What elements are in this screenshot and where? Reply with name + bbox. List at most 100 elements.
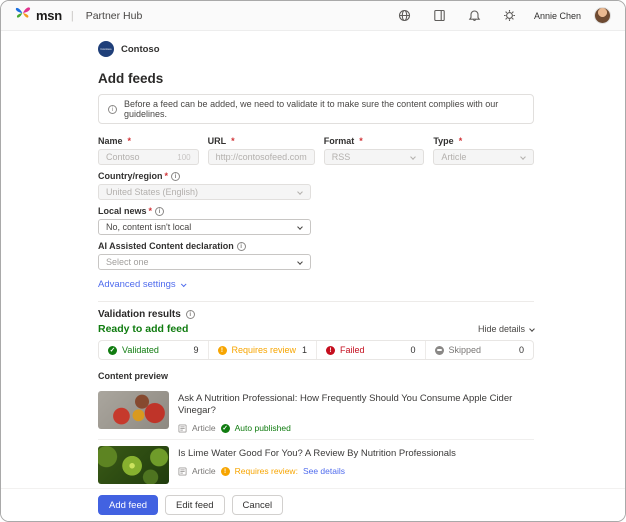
article-title: Ask A Nutrition Professional: How Freque… — [178, 393, 534, 417]
local-news-field-group: Local news No, content isn't local — [98, 206, 311, 235]
msn-logo[interactable]: msn | Partner Hub — [15, 6, 142, 25]
preview-item: Is Lime Water Good For You? A Review By … — [98, 439, 534, 490]
country-label: Country/region — [98, 171, 168, 181]
article-thumbnail — [98, 446, 169, 484]
partner-hub-window: msn | Partner Hub — [0, 0, 626, 522]
article-meta: Article Auto published — [178, 423, 534, 433]
action-footer: Add feed Edit feed Cancel — [1, 488, 625, 521]
article-thumbnail — [98, 391, 169, 429]
type-value: Article — [441, 152, 466, 162]
section-divider — [98, 301, 534, 302]
warning-circle-icon — [218, 346, 227, 355]
article-type: Article — [192, 466, 216, 476]
top-bar: msn | Partner Hub — [1, 1, 625, 31]
local-news-select[interactable]: No, content isn't local — [98, 219, 311, 235]
user-name[interactable]: Annie Chen — [534, 11, 581, 21]
name-value: Contoso — [106, 152, 140, 162]
stat-count: 9 — [193, 345, 198, 355]
page-title: Add feeds — [98, 71, 534, 86]
ai-declaration-select[interactable]: Select one — [98, 254, 311, 270]
article-title: Is Lime Water Good For You? A Review By … — [178, 448, 456, 460]
stat-failed: Failed 0 — [316, 341, 425, 359]
brand-separator: | — [71, 10, 74, 22]
local-news-value: No, content isn't local — [106, 222, 191, 232]
article-meta: Article Requires review: See details — [178, 466, 456, 476]
type-label: Type — [433, 136, 534, 146]
account-selector[interactable]: Contoso Contoso — [98, 41, 534, 57]
validation-results-header: Validation results — [98, 309, 534, 320]
hide-details-label: Hide details — [478, 324, 525, 334]
country-label-row: Country/region — [98, 171, 311, 181]
type-field-group: Type Article — [433, 136, 534, 165]
info-icon — [186, 310, 195, 319]
chevron-down-icon — [181, 281, 187, 287]
error-circle-icon — [326, 346, 335, 355]
brand-name: msn — [36, 8, 62, 23]
validation-status-row: Ready to add feed Hide details — [98, 323, 534, 335]
feed-fields-row: Name Contoso 100 URL http://contosofeed.… — [98, 136, 534, 165]
info-icon — [237, 242, 246, 251]
info-icon — [155, 207, 164, 216]
url-label: URL — [208, 136, 315, 146]
cancel-button[interactable]: Cancel — [232, 495, 284, 515]
hide-details-toggle[interactable]: Hide details — [478, 324, 534, 334]
info-banner-text: Before a feed can be added, we need to v… — [124, 99, 524, 119]
url-placeholder: http://contosofeed.com — [216, 152, 307, 162]
format-field-group: Format RSS — [324, 136, 425, 165]
language-icon[interactable] — [394, 7, 416, 25]
article-status: Requires review: — [235, 466, 298, 476]
advanced-settings-toggle[interactable]: Advanced settings — [98, 279, 185, 290]
skipped-circle-icon — [435, 346, 444, 355]
stat-label: Skipped — [449, 345, 482, 355]
stat-count: 0 — [519, 345, 524, 355]
info-icon — [171, 172, 180, 181]
account-avatar: Contoso — [98, 41, 114, 57]
chevron-down-icon — [297, 259, 303, 265]
type-select: Article — [433, 149, 534, 165]
stat-requires-review: Requires review 1 — [208, 341, 317, 359]
format-select: RSS — [324, 149, 425, 165]
article-type: Article — [192, 423, 216, 433]
ai-declaration-placeholder: Select one — [106, 257, 149, 267]
add-feed-button[interactable]: Add feed — [98, 495, 158, 515]
validation-results-title: Validation results — [98, 309, 181, 320]
check-circle-icon — [108, 346, 117, 355]
preview-item: Ask A Nutrition Professional: How Freque… — [98, 385, 534, 439]
article-status: Auto published — [235, 423, 291, 433]
product-name: Partner Hub — [86, 10, 143, 22]
guide-book-icon[interactable] — [429, 7, 451, 25]
country-field-group: Country/region United States (English) — [98, 171, 311, 200]
stat-validated: Validated 9 — [99, 341, 208, 359]
info-icon — [108, 105, 117, 114]
main-content: Contoso Contoso Add feeds Before a feed … — [98, 41, 534, 522]
name-label: Name — [98, 136, 199, 146]
stat-label: Requires review — [232, 345, 297, 355]
validation-stats-bar: Validated 9 Requires review 1 Failed 0 S… — [98, 340, 534, 360]
chevron-down-icon — [529, 326, 535, 332]
url-input: http://contosofeed.com — [208, 149, 315, 165]
ai-declaration-field-group: AI Assisted Content declaration Select o… — [98, 241, 311, 270]
msn-butterfly-icon — [15, 6, 31, 25]
user-avatar[interactable] — [594, 7, 611, 24]
name-field-group: Name Contoso 100 — [98, 136, 199, 165]
advanced-settings-label: Advanced settings — [98, 279, 176, 290]
local-news-label: Local news — [98, 206, 152, 216]
name-char-counter: 100 — [177, 153, 190, 162]
info-banner: Before a feed can be added, we need to v… — [98, 94, 534, 124]
stat-label: Failed — [340, 345, 365, 355]
url-field-group: URL http://contosofeed.com — [208, 136, 315, 165]
validation-status: Ready to add feed — [98, 323, 188, 335]
local-news-label-row: Local news — [98, 206, 311, 216]
name-input: Contoso 100 — [98, 149, 199, 165]
stat-label: Validated — [122, 345, 159, 355]
country-select: United States (English) — [98, 184, 311, 200]
chevron-down-icon — [297, 189, 303, 195]
account-name: Contoso — [121, 44, 160, 55]
settings-gear-icon[interactable] — [499, 7, 521, 25]
edit-feed-button[interactable]: Edit feed — [165, 495, 225, 515]
see-details-link[interactable]: See details — [303, 466, 345, 476]
stat-count: 1 — [302, 345, 307, 355]
ai-declaration-label: AI Assisted Content declaration — [98, 241, 234, 251]
content-preview-title: Content preview — [98, 371, 534, 381]
notifications-bell-icon[interactable] — [464, 7, 486, 25]
